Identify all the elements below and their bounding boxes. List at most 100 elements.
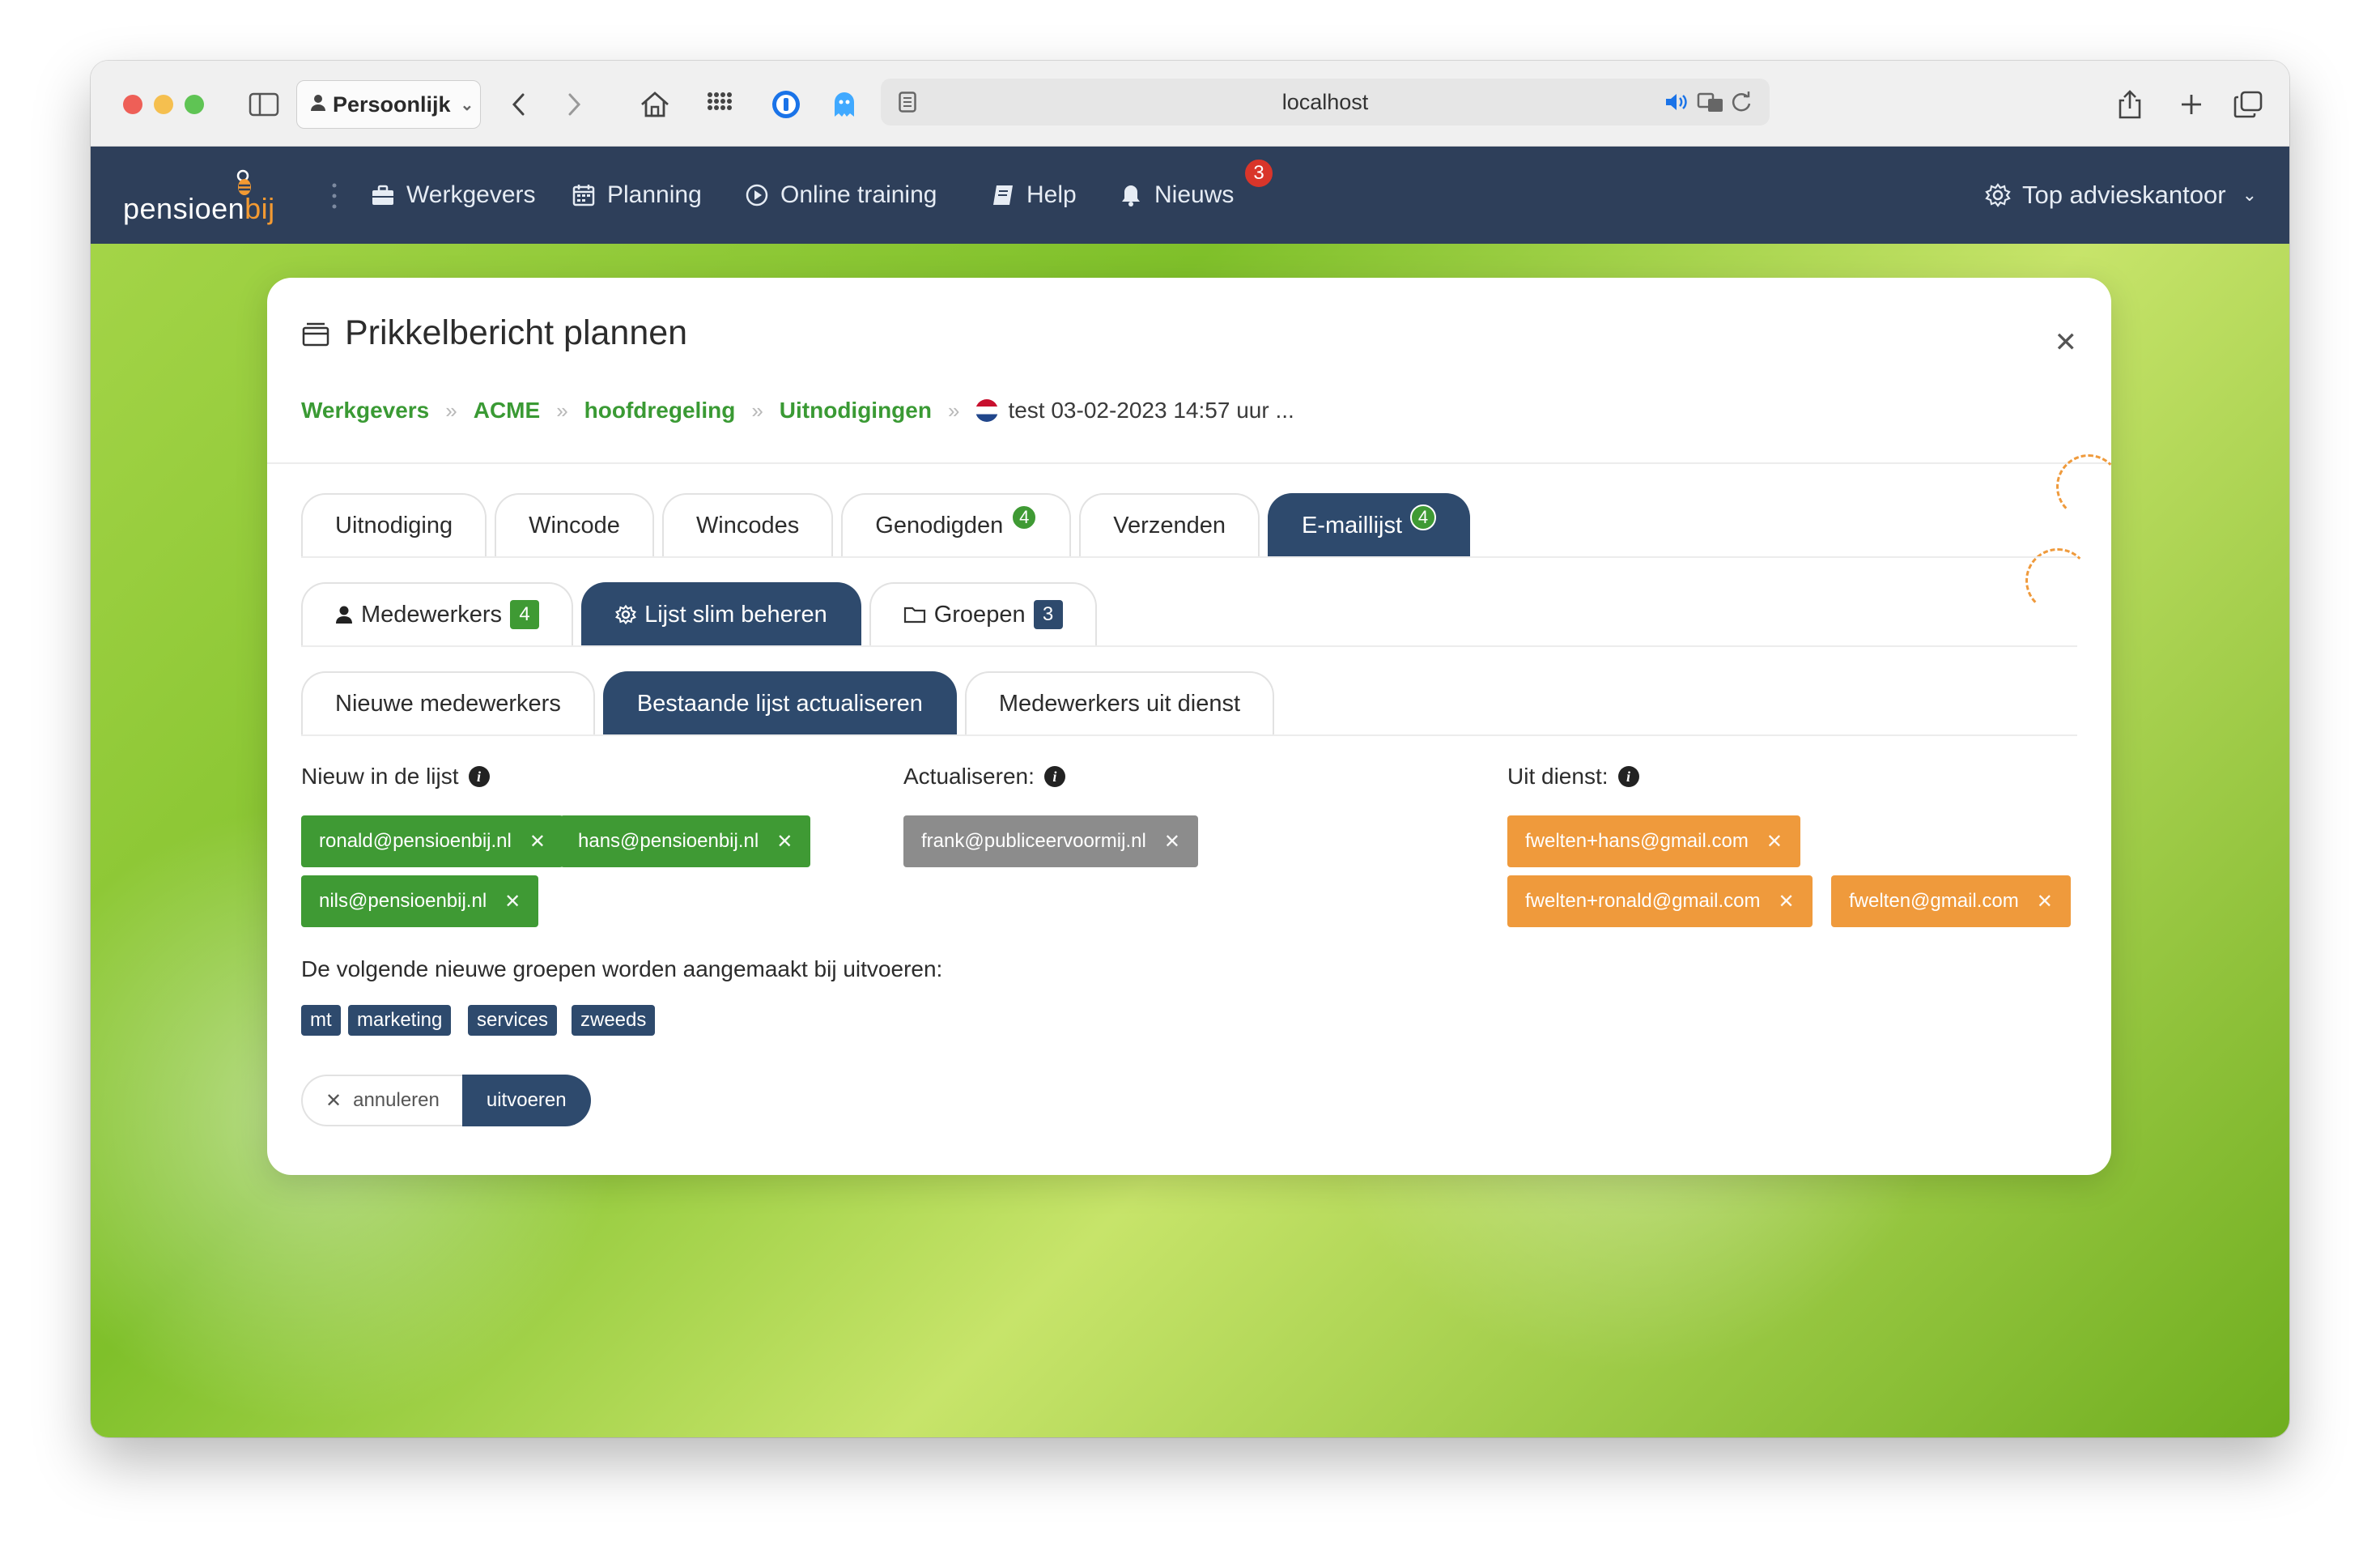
info-icon[interactable]: i [1617, 766, 1639, 787]
dutch-flag-icon [975, 399, 999, 422]
loading-spinner-icon [2056, 454, 2121, 519]
breadcrumb-uitnodigingen[interactable]: Uitnodigingen [780, 398, 932, 424]
calendar-icon [572, 185, 595, 206]
minimize-window-button[interactable] [154, 95, 173, 114]
reload-icon[interactable] [1731, 90, 1752, 117]
tab-wincode[interactable]: Wincode [495, 493, 654, 556]
breadcrumb-separator-icon: » [947, 398, 960, 423]
new-tab-icon[interactable] [2173, 85, 2210, 124]
tab-wincodes[interactable]: Wincodes [661, 493, 834, 556]
apps-grid-icon[interactable] [699, 85, 740, 124]
home-icon[interactable] [635, 85, 675, 124]
schedule-reminder-modal: Prikkelbericht plannen ✕ Werkgevers » AC… [267, 278, 2121, 1175]
tab-label: Medewerkers uit dienst [998, 690, 1241, 717]
tab-lijst-slim-beheren[interactable]: Lijst slim beheren [581, 582, 861, 645]
briefcase-icon [372, 185, 393, 205]
tab-label: Genodigden [875, 512, 1004, 538]
browser-window: Persoonlijk ⌄ localhost pensioenbij Werk… [91, 61, 2289, 1437]
remove-icon[interactable]: ✕ [776, 830, 793, 853]
nav-nieuws[interactable]: Nieuws [1119, 179, 1234, 211]
address-bar[interactable]: localhost [881, 79, 1770, 126]
nav-online-training[interactable]: Online training [745, 179, 937, 211]
remove-icon[interactable]: ✕ [2037, 890, 2053, 913]
share-icon[interactable] [2111, 85, 2148, 124]
tab-medewerkers[interactable]: Medewerkers 4 [301, 582, 574, 645]
breadcrumb-acme[interactable]: ACME [474, 398, 540, 424]
breadcrumb-separator-icon: » [445, 398, 457, 423]
breadcrumb-hoofdregeling[interactable]: hoofdregeling [584, 398, 736, 424]
nav-label: Werkgevers [406, 181, 536, 208]
tab-genodigden[interactable]: Genodigden 4 [841, 493, 1072, 556]
remove-icon[interactable]: ✕ [529, 830, 546, 853]
breadcrumb-current-text: test 03-02-2023 14:57 uur ... [1008, 398, 1294, 423]
tab-bestaande-lijst-actualiseren[interactable]: Bestaande lijst actualiseren [602, 671, 957, 734]
tab-groepen[interactable]: Groepen 3 [869, 582, 1097, 645]
out-of-service-heading: Uit dienst: i [1507, 764, 1639, 790]
remove-icon[interactable]: ✕ [1164, 830, 1180, 853]
sub-tabs: Medewerkers 4 Lijst slim beheren Groepen… [301, 582, 1097, 645]
person-icon [336, 606, 352, 624]
info-icon[interactable]: i [468, 766, 490, 787]
breadcrumb-werkgevers[interactable]: Werkgevers [301, 398, 429, 424]
nav-planning[interactable]: Planning [572, 179, 702, 211]
count-badge: 4 [1011, 504, 1038, 530]
count-badge: 4 [510, 600, 540, 629]
remove-icon[interactable]: ✕ [1766, 830, 1783, 853]
execute-button[interactable]: uitvoeren [461, 1075, 591, 1126]
cancel-button[interactable]: ✕ annuleren [301, 1075, 462, 1126]
email-tag: ronald@pensioenbij.nl ✕ [301, 815, 563, 867]
nav-werkgevers[interactable]: Werkgevers [371, 179, 536, 211]
email-text: hans@pensioenbij.nl [578, 830, 759, 852]
close-window-button[interactable] [123, 95, 142, 114]
book-icon [993, 185, 1013, 205]
tab-overview-icon[interactable] [2228, 85, 2268, 124]
password-manager-icon[interactable] [766, 85, 806, 124]
remove-icon[interactable]: ✕ [1779, 890, 1795, 913]
nav-help[interactable]: Help [991, 179, 1077, 211]
tab-verzenden[interactable]: Verzenden [1079, 493, 1260, 556]
tab-nieuwe-medewerkers[interactable]: Nieuwe medewerkers [301, 671, 595, 734]
tab-e-maillijst[interactable]: E-maillijst 4 [1267, 493, 1471, 556]
tab-label: Groepen [933, 601, 1026, 628]
news-count-badge: 3 [1243, 158, 1274, 189]
tab-label: Uitnodiging [335, 512, 453, 538]
chevron-down-icon: ⌄ [460, 96, 474, 114]
speaker-icon[interactable] [1664, 92, 1689, 117]
close-icon: ✕ [325, 1089, 342, 1112]
gear-icon [1985, 183, 2011, 207]
menu-dots-icon[interactable] [332, 182, 337, 210]
sidebar-toggle-icon[interactable] [244, 85, 283, 124]
forward-icon[interactable] [559, 85, 591, 124]
browser-toolbar: Persoonlijk ⌄ localhost [91, 61, 2289, 147]
translate-icon[interactable] [1697, 92, 1724, 118]
tab-uitnodiging[interactable]: Uitnodiging [301, 493, 487, 556]
url-text: localhost [1281, 90, 1369, 114]
email-tag: fwelten+ronald@gmail.com ✕ [1507, 875, 1813, 927]
logo-accent-text: bij [244, 192, 275, 225]
column-label: Nieuw in de lijst [301, 764, 459, 789]
remove-icon[interactable]: ✕ [504, 890, 521, 913]
count-badge: 3 [1033, 600, 1063, 629]
bell-icon [1122, 185, 1140, 206]
email-tag: hans@pensioenbij.nl ✕ [560, 815, 811, 867]
ghost-extension-icon[interactable] [824, 85, 865, 124]
group-tag: marketing [348, 1005, 452, 1036]
main-navbar: pensioenbij Werkgevers Planning Online t… [91, 147, 2289, 244]
back-icon[interactable] [502, 85, 534, 124]
inbox-icon [302, 322, 329, 346]
info-icon[interactable]: i [1043, 766, 1065, 787]
column-label: Uit dienst: [1507, 764, 1609, 789]
close-icon[interactable]: ✕ [2055, 326, 2078, 359]
profile-label: Persoonlijk [333, 92, 451, 117]
groups-text: De volgende nieuwe groepen worden aangem… [301, 956, 943, 981]
execute-label: uitvoeren [486, 1089, 567, 1111]
site-logo[interactable]: pensioenbij [123, 192, 275, 226]
chevron-down-icon: ⌄ [2242, 185, 2257, 205]
zoom-window-button[interactable] [185, 95, 204, 114]
profile-selector[interactable]: Persoonlijk ⌄ [296, 80, 481, 129]
logo-text: pensioen [123, 192, 245, 225]
tab-medewerkers-uit-dienst[interactable]: Medewerkers uit dienst [964, 671, 1275, 734]
account-menu[interactable]: Top advieskantoor ⌄ [1985, 179, 2257, 211]
gear-icon [615, 604, 637, 625]
nav-label: Help [1026, 181, 1077, 208]
